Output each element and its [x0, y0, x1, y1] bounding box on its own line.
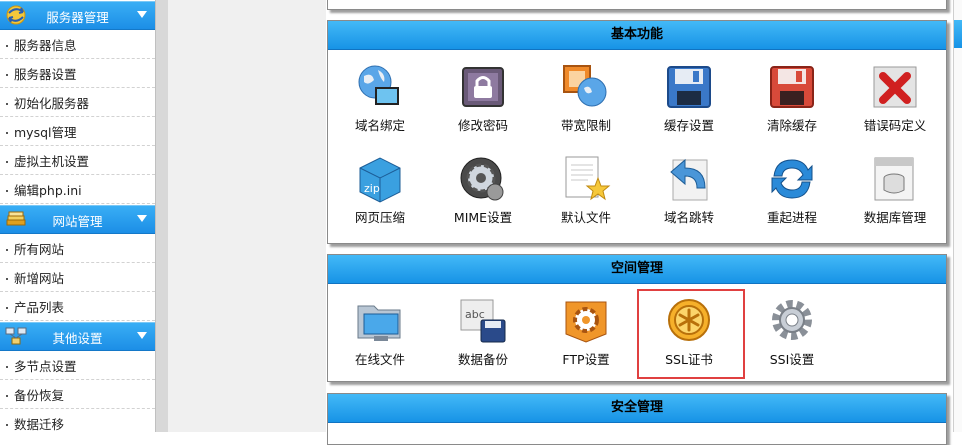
- panel-title: 空间管理: [328, 255, 946, 284]
- tile-change-password[interactable]: 修改密码: [431, 57, 535, 137]
- content-gutter: [168, 0, 326, 432]
- sidebar-item-server-settings[interactable]: 服务器设置: [0, 59, 155, 88]
- tile-cache-settings[interactable]: 缓存设置: [637, 57, 741, 137]
- tile-label: FTP设置: [562, 352, 610, 367]
- sidebar-item-all-sites[interactable]: 所有网站: [0, 234, 155, 263]
- tile-data-backup[interactable]: abc 数据备份: [431, 291, 535, 371]
- tile-label: 数据备份: [457, 352, 508, 367]
- right-panel-edge: [953, 0, 962, 432]
- padlock-icon: [462, 67, 504, 107]
- panel-top-partial: [327, 0, 947, 10]
- tile-label: 数据库管理: [863, 210, 927, 225]
- svg-text:abc: abc: [465, 308, 485, 321]
- sidebar-section-title: 网站管理: [52, 214, 103, 229]
- tile-page-compression[interactable]: zip 网页压缩: [328, 149, 432, 229]
- panel-basic-functions: 基本功能 域名绑定 修改密码 带宽限制 缓存设置 清除缓存 错误码定义 zip …: [327, 20, 947, 244]
- redirect-arrow-icon: [670, 158, 708, 201]
- chevron-down-icon[interactable]: [137, 332, 147, 339]
- tile-label: 重起进程: [766, 210, 817, 225]
- floppy-disk-red-icon: [770, 66, 814, 108]
- tile-clear-cache[interactable]: 清除缓存: [740, 57, 844, 137]
- panel-security-management: 安全管理: [327, 393, 947, 445]
- tile-label: 域名跳转: [663, 210, 714, 225]
- sidebar-item-mysql[interactable]: mysql管理: [0, 117, 155, 146]
- sidebar-section-sites[interactable]: 网站管理: [0, 205, 155, 234]
- tile-label: 带宽限制: [560, 118, 611, 133]
- folder-monitor-icon: [357, 305, 401, 341]
- tile-domain-binding[interactable]: 域名绑定: [328, 57, 432, 137]
- sidebar-splitter[interactable]: [155, 0, 169, 432]
- ftp-gear-icon: [565, 301, 607, 343]
- chevron-down-icon[interactable]: [137, 215, 147, 222]
- tile-mime-settings[interactable]: MIME设置: [431, 149, 535, 229]
- sidebar-item-multinode[interactable]: 多节点设置: [0, 351, 155, 380]
- document-star-icon: [565, 156, 611, 201]
- tile-label: 错误码定义: [863, 118, 927, 133]
- abc-floppy-icon: abc: [460, 299, 506, 343]
- tile-database-manage[interactable]: 数据库管理: [843, 149, 947, 229]
- floppy-disk-icon: [667, 66, 711, 108]
- tile-label: 在线文件: [354, 352, 405, 367]
- right-panel-head: [954, 20, 962, 48]
- tile-error-code[interactable]: 错误码定义: [843, 57, 947, 137]
- bandwidth-globe-icon: [563, 65, 607, 107]
- red-x-icon: [873, 66, 917, 108]
- sidebar: 服务器管理 服务器信息 服务器设置 初始化服务器 mysql管理 虚拟主机设置 …: [0, 0, 155, 432]
- tile-bandwidth-limit[interactable]: 带宽限制: [534, 57, 638, 137]
- sidebar-item-edit-phpini[interactable]: 编辑php.ini: [0, 175, 155, 204]
- tile-label: 域名绑定: [354, 118, 405, 133]
- tile-ssi-settings[interactable]: SSI设置: [740, 291, 844, 371]
- zip-box-icon: zip: [359, 157, 401, 203]
- tile-label: 修改密码: [457, 118, 508, 133]
- sidebar-item-server-info[interactable]: 服务器信息: [0, 30, 155, 59]
- sidebar-item-backup-restore[interactable]: 备份恢复: [0, 380, 155, 409]
- tile-domain-redirect[interactable]: 域名跳转: [637, 149, 741, 229]
- tile-online-files[interactable]: 在线文件: [328, 291, 432, 371]
- silver-gear-icon: [772, 300, 812, 340]
- panel-title: 安全管理: [328, 394, 946, 423]
- tile-default-file[interactable]: 默认文件: [534, 149, 638, 229]
- panel-space-management: 空间管理 在线文件 abc 数据备份 FTP设置 SSL证书 SSI设置: [327, 254, 947, 382]
- tile-label: MIME设置: [453, 210, 513, 225]
- tile-label: 网页压缩: [354, 210, 405, 225]
- tile-label: 缓存设置: [663, 118, 714, 133]
- sidebar-section-server[interactable]: 服务器管理: [0, 1, 155, 30]
- tile-restart-process[interactable]: 重起进程: [740, 149, 844, 229]
- svg-text:zip: zip: [364, 182, 380, 195]
- tile-ftp-settings[interactable]: FTP设置: [534, 291, 638, 371]
- refresh-arrows-icon: [771, 159, 813, 199]
- tile-label: 清除缓存: [766, 118, 817, 133]
- sidebar-section-other[interactable]: 其他设置: [0, 322, 155, 351]
- sidebar-section-title: 其他设置: [52, 331, 103, 346]
- sidebar-item-add-site[interactable]: 新增网站: [0, 263, 155, 292]
- ssl-highlight-box: [637, 289, 745, 379]
- sidebar-item-data-migration[interactable]: 数据迁移: [0, 409, 155, 432]
- sidebar-item-vhost-settings[interactable]: 虚拟主机设置: [0, 146, 155, 175]
- gear-wheel-icon: [460, 157, 504, 201]
- tile-label: SSI设置: [769, 352, 815, 367]
- chevron-down-icon[interactable]: [137, 11, 147, 18]
- globe-window-icon: [358, 65, 399, 105]
- sidebar-item-init-server[interactable]: 初始化服务器: [0, 88, 155, 117]
- tile-label: 默认文件: [560, 210, 611, 225]
- database-icon: [874, 157, 914, 201]
- sidebar-section-title: 服务器管理: [46, 10, 109, 25]
- panel-title: 基本功能: [328, 21, 946, 50]
- sidebar-item-products[interactable]: 产品列表: [0, 292, 155, 321]
